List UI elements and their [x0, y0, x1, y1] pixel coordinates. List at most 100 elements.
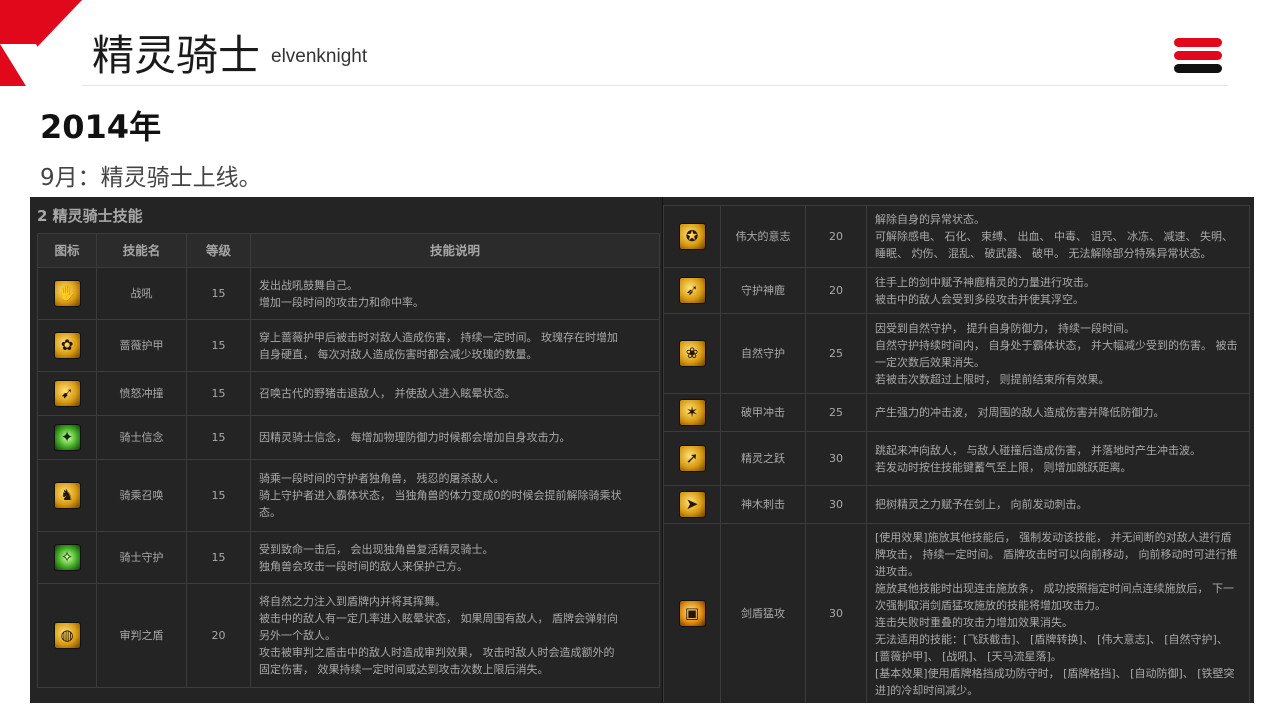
- description-line: 若被击次数超过上限时， 则提前结束所有效果。: [875, 372, 1110, 386]
- column-header-desc: 技能说明: [250, 233, 660, 268]
- menu-bar: [1174, 64, 1222, 73]
- mount-summon-icon: ♞: [53, 482, 81, 509]
- description-line: 穿上蔷薇护甲后被击时对敌人造成伤害， 持续一定时间。 玫瑰存在时增加: [259, 330, 618, 344]
- table-row: ✶ 破甲冲击 25 产生强力的冲击波， 对周围的敌人造成伤害并降低防御力。: [663, 393, 1250, 432]
- skill-description: 往手上的剑中赋予神鹿精灵的力量进行攻击。 被击中的敌人会受到多段攻击并使其浮空。: [866, 267, 1250, 314]
- skill-icon-cell: ➶: [663, 267, 721, 314]
- battle-cry-icon: ✋: [53, 280, 81, 307]
- description-line: 睡眠、 灼伤、 混乱、 破武器、 破甲。 无法解除部分特殊异常状态。: [875, 247, 1212, 260]
- skill-description: 骑乘一段时间的守护者独角兽， 残忍的屠杀敌人。 骑上守护者进入霸体状态， 当独角兽…: [250, 459, 660, 532]
- description-line: 另外一个敌人。: [259, 629, 336, 642]
- skill-description: 把树精灵之力赋予在剑上， 向前发动刺击。: [866, 485, 1250, 524]
- skill-description: 跳起来冲向敌人， 与敌人碰撞后造成伤害， 并落地时产生冲击波。 若发动时按住技能键…: [866, 431, 1250, 486]
- skill-level: 15: [186, 267, 251, 320]
- table-header-row: 图标 技能名 等级 技能说明: [37, 233, 660, 268]
- skill-name: 剑盾猛攻: [720, 523, 806, 703]
- skill-name: 骑乘召唤: [96, 459, 187, 532]
- judgment-shield-icon: ◍: [53, 622, 81, 649]
- skill-description: 产生强力的冲击波， 对周围的敌人造成伤害并降低防御力。: [866, 393, 1250, 432]
- skill-name: 骑士守护: [96, 531, 187, 584]
- table-row: ➶ 守护神鹿 20 往手上的剑中赋予神鹿精灵的力量进行攻击。 被击中的敌人会受到多段攻击…: [663, 267, 1250, 314]
- skill-name: 自然守护: [720, 313, 806, 394]
- description-line: 可解除感电、 石化、 束缚、 出血、 中毒、 诅咒、 冰冻、 减速、 失明、: [875, 230, 1233, 243]
- description-line: 被击中的敌人会受到多段攻击并使其浮空。: [875, 292, 1084, 306]
- skill-description: 受到致命一击后， 会出现独角兽复活精灵骑士。 独角兽会攻击一段时间的敌人来保护己方…: [250, 531, 660, 584]
- divine-tree-strike-icon: ➤: [678, 491, 706, 518]
- description-line: 进]的冷却时间减少。: [875, 683, 979, 697]
- description-line: 被击中的敌人有一定几率进入眩晕状态， 如果周围有敌人， 盾牌会弹射向: [259, 612, 618, 625]
- description-line: 若发动时按住技能键蓄气至上限， 则增加跳跃距离。: [875, 460, 1132, 474]
- menu-icon[interactable]: [1174, 38, 1222, 76]
- skill-description: 因精灵骑士信念， 每增加物理防御力时候都会增加自身攻击力。: [250, 415, 660, 460]
- skills-table-right: ✪ 伟大的意志 20 解除自身的异常状态。 可解除感电、 石化、 束缚、 出血、 中毒、…: [663, 205, 1250, 703]
- skill-level: 20: [805, 267, 867, 314]
- column-header-icon: 图标: [37, 233, 97, 268]
- description-line: 独角兽会攻击一段时间的敌人来保护己方。: [259, 559, 468, 573]
- description-line: [蔷薇护甲]、 [战吼]、 [天马流星落]。: [875, 649, 1062, 663]
- table-row: ➤ 神木刺击 30 把树精灵之力赋予在剑上， 向前发动刺击。: [663, 485, 1250, 524]
- page-title: 精灵骑士: [92, 31, 261, 80]
- skill-name: 守护神鹿: [720, 267, 806, 314]
- table-row: ◍ 审判之盾 20 将自然之力注入到盾牌内并将其挥舞。 被击中的敌人有一定几率进入眩晕状…: [37, 583, 660, 688]
- column-header-name: 技能名: [96, 233, 187, 268]
- skill-description: 因受到自然守护， 提升自身防御力， 持续一段时间。 自然守护持续时间内， 自身处于…: [866, 313, 1250, 394]
- skill-icon-cell: ▣: [663, 523, 721, 703]
- sword-shield-icon: ▣: [678, 600, 706, 627]
- header-divider: [82, 85, 1228, 86]
- skills-table-body: ✪ 伟大的意志 20 解除自身的异常状态。 可解除感电、 石化、 束缚、 出血、 中毒、…: [663, 205, 1250, 703]
- skill-name: 伟大的意志: [720, 205, 806, 268]
- description-line: 因精灵骑士信念， 每增加物理防御力时候都会增加自身攻击力。: [259, 431, 571, 444]
- description-line: 自身硬直， 每次对敌人造成伤害时都会减少玫瑰的数量。: [259, 347, 538, 361]
- skill-level: 15: [186, 415, 251, 460]
- table-row: ✪ 伟大的意志 20 解除自身的异常状态。 可解除感电、 石化、 束缚、 出血、 中毒、…: [663, 205, 1250, 268]
- table-row: ♞ 骑乘召唤 15 骑乘一段时间的守护者独角兽， 残忍的屠杀敌人。 骑上守护者进入霸体状…: [37, 459, 660, 532]
- table-row: ➚ 精灵之跃 30 跳起来冲向敌人， 与敌人碰撞后造成伤害， 并落地时产生冲击波。 若发…: [663, 431, 1250, 486]
- table-row: ▣ 剑盾猛攻 30 [使用效果]施放其他技能后， 强制发动该技能， 并无间断的对敌人进…: [663, 523, 1250, 703]
- description-line: 解除自身的异常状态。: [875, 213, 985, 226]
- menu-bar: [1174, 51, 1222, 60]
- table-row: ✋ 战吼 15 发出战吼鼓舞自己。 增加一段时间的攻击力和命中率。: [37, 267, 660, 320]
- skill-description: [使用效果]施放其他技能后， 强制发动该技能， 并无间断的对敌人进行盾 牌攻击， …: [866, 523, 1250, 703]
- knight-guard-icon: ✧: [53, 544, 81, 571]
- table-row: ✦ 骑士信念 15 因精灵骑士信念， 每增加物理防御力时候都会增加自身攻击力。: [37, 415, 660, 460]
- skill-name: 骑士信念: [96, 415, 187, 460]
- table-row: ➹ 愤怒冲撞 15 召唤古代的野猪击退敌人， 并使敌人进入眩晕状态。: [37, 371, 660, 416]
- skills-panel-right: ✪ 伟大的意志 20 解除自身的异常状态。 可解除感电、 石化、 束缚、 出血、 中毒、…: [663, 197, 1254, 703]
- description-line: 往手上的剑中赋予神鹿精灵的力量进行攻击。: [875, 275, 1095, 289]
- description-line: 无法适用的技能：[飞跃截击]、 [盾牌转换]、 [伟大意志]、 [自然守护]、: [875, 632, 1228, 646]
- nature-guard-icon: ❀: [678, 340, 706, 367]
- table-row: ❀ 自然守护 25 因受到自然守护， 提升自身防御力， 持续一段时间。 自然守护持续时间…: [663, 313, 1250, 394]
- corner-decoration: [0, 0, 82, 86]
- table-row: ✧ 骑士守护 15 受到致命一击后， 会出现独角兽复活精灵骑士。 独角兽会攻击一段时间的…: [37, 531, 660, 584]
- menu-bar: [1174, 38, 1222, 47]
- description-line: 增加一段时间的攻击力和命中率。: [259, 295, 424, 309]
- skill-icon-cell: ❀: [663, 313, 721, 394]
- slide: 精灵骑士 elvenknight 2014年 9月：精灵骑士上线。 2 精灵骑士…: [0, 0, 1280, 720]
- description-line: 施放其他技能时出现连击施放条， 成功按照指定时间点连续施放后， 下一: [875, 581, 1234, 595]
- description-line: [基本效果]使用盾牌格挡成功防守时， [盾牌格挡]、 [自动防御]、 [铁壁突: [875, 666, 1235, 680]
- skills-panel-left: 2 精灵骑士技能 图标 技能名 等级 技能说明 ✋ 战吼 15 发出战吼鼓舞自己。 增加…: [30, 197, 662, 703]
- skill-icon-cell: ➤: [663, 485, 721, 524]
- skill-level: 25: [805, 313, 867, 394]
- skill-name: 神木刺击: [720, 485, 806, 524]
- description-line: 进攻击。: [875, 564, 919, 578]
- description-line: 跳起来冲向敌人， 与敌人碰撞后造成伤害， 并落地时产生冲击波。: [875, 443, 1201, 457]
- description-line: 受到致命一击后， 会出现独角兽复活精灵骑士。: [259, 542, 494, 556]
- skill-description: 解除自身的异常状态。可解除感电、 石化、 束缚、 出血、 中毒、 诅咒、 冰冻、…: [866, 205, 1250, 268]
- skill-icon-cell: ✿: [37, 319, 97, 372]
- year-heading: 2014年: [40, 108, 162, 146]
- skill-icon-cell: ➚: [663, 431, 721, 486]
- description-line: 态。: [259, 506, 281, 519]
- skill-name: 精灵之跃: [720, 431, 806, 486]
- description-line: 次强制取消剑盾猛攻施放的技能将增加攻击力。: [875, 598, 1106, 612]
- skills-table-body: ✋ 战吼 15 发出战吼鼓舞自己。 增加一段时间的攻击力和命中率。 ✿ 蔷薇护甲 15 穿上蔷薇…: [37, 267, 660, 688]
- skill-name: 审判之盾: [96, 583, 187, 688]
- description-line: 一定次数后效果消失。: [875, 355, 985, 369]
- skill-level: 15: [186, 371, 251, 416]
- description-line: 产生强力的冲击波， 对周围的敌人造成伤害并降低防御力。: [875, 406, 1165, 419]
- skills-screenshot: 2 精灵骑士技能 图标 技能名 等级 技能说明 ✋ 战吼 15 发出战吼鼓舞自己。 增加…: [30, 197, 1254, 703]
- skill-description: 发出战吼鼓舞自己。 增加一段时间的攻击力和命中率。: [250, 267, 660, 320]
- description-line: 攻击被审判之盾击中的敌人时造成审判效果， 攻击时敌人时会造成额外的: [259, 646, 615, 659]
- skill-level: 20: [186, 583, 251, 688]
- great-will-icon: ✪: [678, 223, 706, 250]
